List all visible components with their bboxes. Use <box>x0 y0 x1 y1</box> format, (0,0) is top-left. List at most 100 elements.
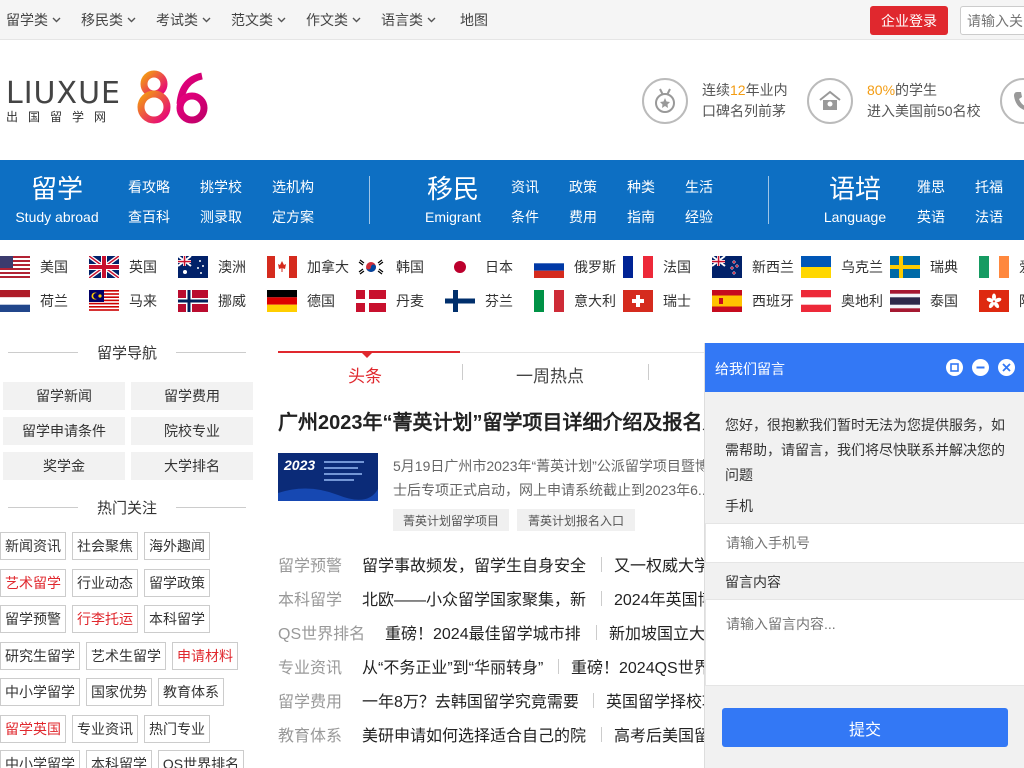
hot-tag[interactable]: 中小学留学 <box>0 678 80 706</box>
band-link[interactable]: 条件 <box>511 207 539 227</box>
country-france[interactable]: 法国 <box>623 256 691 278</box>
news-link[interactable]: 高考后美国留学规划 <box>614 722 718 746</box>
country-finland[interactable]: 芬兰 <box>445 290 513 312</box>
nav-admission-requirements[interactable]: 留学申请条件 <box>3 417 125 445</box>
topnav-essay[interactable]: 作文类 <box>306 10 361 30</box>
band-link[interactable]: 看攻略 <box>128 177 170 197</box>
hot-tag[interactable]: 海外趣闻 <box>144 532 210 560</box>
site-logo[interactable]: LIUXUE 出国留学网 <box>6 70 216 126</box>
news-link[interactable]: 重磅！2024QS世界排名 <box>571 654 718 678</box>
country-sweden[interactable]: 瑞典 <box>890 256 958 278</box>
country-switzerland[interactable]: 瑞士 <box>623 290 691 312</box>
country-new-zealand[interactable]: 新西兰 <box>712 256 794 278</box>
news-link[interactable]: 英国留学择校攻略 <box>606 688 718 712</box>
nav-schools-majors[interactable]: 院校专业 <box>131 417 253 445</box>
country-australia[interactable]: 澳洲 <box>178 256 246 278</box>
band-link[interactable]: 定方案 <box>272 207 314 227</box>
close-icon[interactable] <box>998 359 1015 376</box>
nav-university-ranking[interactable]: 大学排名 <box>131 452 253 480</box>
country-norway[interactable]: 挪威 <box>178 290 246 312</box>
country-italy[interactable]: 意大利 <box>534 290 616 312</box>
hot-tag[interactable]: 本科留学 <box>144 605 210 633</box>
country-korea[interactable]: 韩国 <box>356 256 424 278</box>
country-germany[interactable]: 德国 <box>267 290 335 312</box>
hot-tag[interactable]: 行李托运 <box>72 605 138 633</box>
country-canada[interactable]: 加拿大 <box>267 256 349 278</box>
hot-tag[interactable]: QS世界排名 <box>158 750 244 768</box>
topnav-exam[interactable]: 考试类 <box>156 10 211 30</box>
submit-button[interactable]: 提交 <box>722 708 1008 747</box>
country-hong-kong[interactable]: 陌 <box>979 290 1024 312</box>
message-textarea[interactable] <box>705 599 1024 686</box>
news-category[interactable]: 教育体系 <box>278 722 342 746</box>
news-category[interactable]: 本科留学 <box>278 586 342 610</box>
band-link[interactable]: 查百科 <box>128 207 170 227</box>
country-ukraine[interactable]: 乌克兰 <box>801 256 883 278</box>
news-link[interactable]: 又一权威大学排名发布 <box>614 552 718 576</box>
band-link[interactable]: 测录取 <box>200 207 242 227</box>
band-link[interactable]: 种类 <box>627 177 655 197</box>
nav-scholarship[interactable]: 奖学金 <box>3 452 125 480</box>
band-immigrate[interactable]: 移民 Emigrant <box>418 174 488 226</box>
phone-input[interactable] <box>705 523 1024 563</box>
band-link[interactable]: 英语 <box>917 207 945 227</box>
news-link[interactable]: 2024年英国博士申请 <box>614 586 718 610</box>
country-austria[interactable]: 奥地利 <box>801 290 883 312</box>
hot-tag[interactable]: 留学英国 <box>0 715 66 743</box>
hot-tag[interactable]: 中小学留学 <box>0 750 80 768</box>
band-link[interactable]: 雅思 <box>917 177 945 197</box>
nav-study-news[interactable]: 留学新闻 <box>3 382 125 410</box>
hot-tag[interactable]: 留学预警 <box>0 605 66 633</box>
hot-tag[interactable]: 新闻资讯 <box>0 532 66 560</box>
tab-headlines[interactable]: 头条 <box>348 362 382 387</box>
topnav-language[interactable]: 语言类 <box>381 10 436 30</box>
topnav-study[interactable]: 留学类 <box>6 10 61 30</box>
headline-thumbnail[interactable]: 2023 <box>278 453 378 501</box>
news-link[interactable]: 美研申请如何选择适合自己的院 <box>362 722 586 746</box>
tab-weekly-hot[interactable]: 一周热点 <box>516 362 584 387</box>
keyword-tag[interactable]: 菁英计划报名入口 <box>517 509 635 531</box>
hot-tag[interactable]: 研究生留学 <box>0 642 80 670</box>
country-thailand[interactable]: 泰国 <box>890 290 958 312</box>
hot-tag[interactable]: 留学政策 <box>144 569 210 597</box>
search-input[interactable] <box>960 6 1024 35</box>
hot-tag[interactable]: 社会聚焦 <box>72 532 138 560</box>
band-link[interactable]: 选机构 <box>272 177 314 197</box>
news-category[interactable]: QS世界排名 <box>278 620 365 644</box>
news-link[interactable]: 从“不务正业”到“华丽转身” <box>362 654 543 678</box>
country-malaysia[interactable]: 马来 <box>89 290 157 312</box>
news-category[interactable]: 专业资讯 <box>278 654 342 678</box>
band-study[interactable]: 留学 Study abroad <box>14 174 100 226</box>
band-link[interactable]: 挑学校 <box>200 177 242 197</box>
country-denmark[interactable]: 丹麦 <box>356 290 424 312</box>
nav-study-cost[interactable]: 留学费用 <box>131 382 253 410</box>
hot-tag[interactable]: 艺术留学 <box>0 569 66 597</box>
country-japan[interactable]: 日本 <box>445 256 513 278</box>
news-link[interactable]: 北欧——小众留学国家聚集，新 <box>362 586 586 610</box>
hot-tag[interactable]: 专业资讯 <box>72 715 138 743</box>
news-link[interactable]: 新加坡国立大学排名 <box>609 620 718 644</box>
country-ireland[interactable]: 爱 <box>979 256 1024 278</box>
hot-tag[interactable]: 热门专业 <box>144 715 210 743</box>
band-link[interactable]: 指南 <box>627 207 655 227</box>
band-link[interactable]: 费用 <box>569 207 597 227</box>
restore-icon[interactable] <box>946 359 963 376</box>
country-russia[interactable]: 俄罗斯 <box>534 256 616 278</box>
band-link[interactable]: 政策 <box>569 177 597 197</box>
news-category[interactable]: 留学费用 <box>278 688 342 712</box>
news-link[interactable]: 一年8万？去韩国留学究竟需要 <box>362 688 579 712</box>
country-usa[interactable]: 美国 <box>0 256 68 278</box>
news-link[interactable]: 重磅！2024最佳留学城市排 <box>385 620 581 644</box>
minimize-icon[interactable] <box>972 359 989 376</box>
hot-tag[interactable]: 教育体系 <box>158 678 224 706</box>
hot-tag[interactable]: 艺术生留学 <box>86 642 166 670</box>
band-link[interactable]: 托福 <box>975 177 1003 197</box>
band-link[interactable]: 经验 <box>685 207 713 227</box>
band-language[interactable]: 语培 Language <box>820 174 890 226</box>
hot-tag[interactable]: 本科留学 <box>86 750 152 768</box>
hot-tag[interactable]: 国家优势 <box>86 678 152 706</box>
news-link[interactable]: 留学事故频发，留学生自身安全 <box>362 552 586 576</box>
country-spain[interactable]: 西班牙 <box>712 290 794 312</box>
topnav-sample[interactable]: 范文类 <box>231 10 286 30</box>
enterprise-login-button[interactable]: 企业登录 <box>870 6 948 35</box>
